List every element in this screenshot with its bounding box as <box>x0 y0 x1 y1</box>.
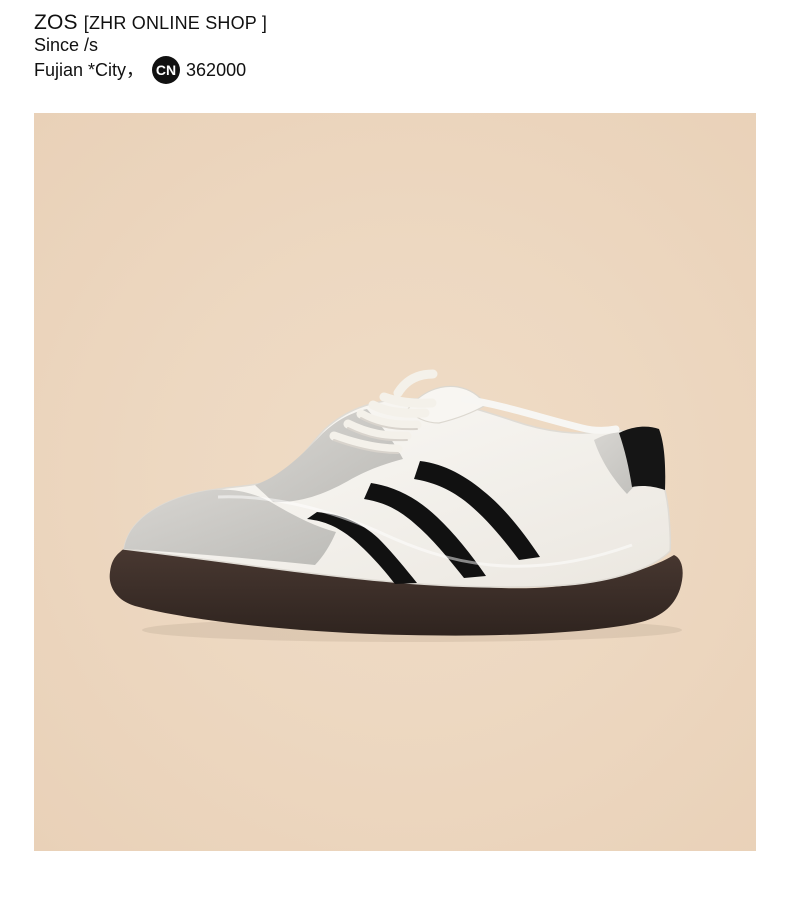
since-text: Since /s <box>34 35 99 55</box>
since-line: Since /s <box>34 34 734 56</box>
location-text: Fujian *City， <box>34 60 145 80</box>
country-badge: CN <box>152 56 181 84</box>
brand-name: ZOS <box>34 11 78 34</box>
postal-code: 362000 <box>186 60 247 80</box>
shop-name: [ZHR ONLINE SHOP ] <box>83 13 268 33</box>
location-line: Fujian *City， CN 362000 <box>34 56 734 84</box>
store-header: ZOS [ZHR ONLINE SHOP ] Since /s Fujian *… <box>34 12 734 84</box>
lace-6 <box>393 369 438 398</box>
brand-line: ZOS [ZHR ONLINE SHOP ] <box>34 12 734 34</box>
product-photo <box>34 113 756 851</box>
sneaker-illustration <box>109 369 683 642</box>
